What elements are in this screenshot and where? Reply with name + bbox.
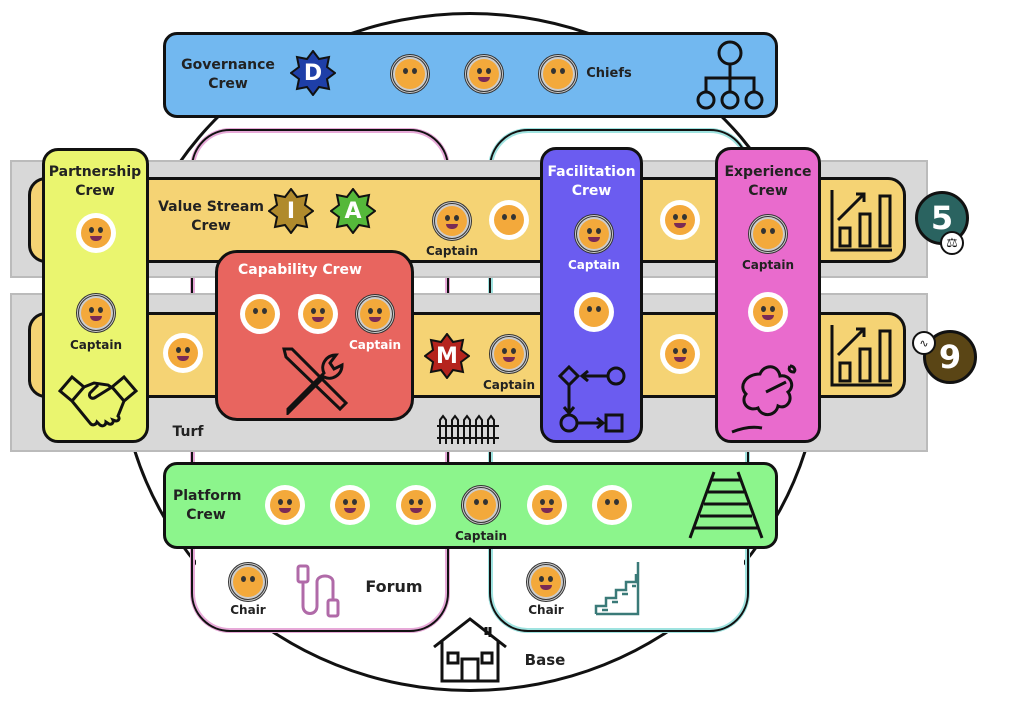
house-icon [433, 617, 507, 683]
experience-crew-title: Experience Crew [724, 164, 812, 199]
persevering-face [574, 292, 614, 332]
cable-icon [296, 564, 340, 618]
winking-face-with-tongue [265, 485, 305, 525]
smiling-face-with-halo [396, 485, 436, 525]
winking-face-with-tongue [574, 214, 614, 254]
base-label: Base [524, 651, 566, 669]
forum-label: Forum [365, 577, 423, 596]
chair-label: Chair [528, 603, 564, 617]
bar-chart-growth-icon [830, 190, 892, 252]
thinking-face [592, 485, 632, 525]
chiefs-label: Chiefs [586, 66, 632, 81]
captain-label: Captain [742, 258, 794, 272]
capability-crew-title: Capability Crew [238, 262, 362, 278]
weary-face [163, 333, 203, 373]
bar-chart-growth-icon [830, 325, 892, 387]
star-badge-d: D [290, 50, 336, 96]
handshake-icon [58, 374, 138, 428]
fence-icon [437, 414, 499, 444]
partnership-crew-title: Partnership Crew [48, 164, 142, 199]
captain-label: Captain [568, 258, 620, 272]
governance-crew-title: Governance Crew [181, 57, 275, 92]
grinning-face-with-sweat [748, 292, 788, 332]
grimacing-face [489, 334, 529, 374]
star-badge-a: A [330, 188, 376, 234]
captain-label: Captain [483, 378, 535, 392]
astonished-face [432, 201, 472, 241]
stairs-icon [594, 562, 640, 616]
face-with-open-mouth [660, 334, 700, 374]
partying-face [660, 200, 700, 240]
hibiscus-icon [731, 364, 797, 434]
grinning-face [526, 562, 566, 602]
platform-crew-title: Platform Crew [173, 488, 242, 523]
face-savoring-food [355, 294, 395, 334]
squinting-face-with-tongue [527, 485, 567, 525]
org-chart-icon [696, 40, 764, 110]
pensive-face [228, 562, 268, 602]
smiling-face-with-sunglasses [76, 213, 116, 253]
star-badge-i: I [268, 188, 314, 234]
sad-sweat-face [461, 485, 501, 525]
heartbeat-icon: ∿ [912, 331, 936, 355]
flow-diagram-icon [558, 365, 626, 433]
captain-label: Captain [455, 529, 507, 543]
squinting-face-with-tongue [464, 54, 504, 94]
confounded-face [748, 214, 788, 254]
smiling-face-with-smiling-eyes [76, 293, 116, 333]
turf-label: Turf [172, 424, 204, 440]
star-badge-m: M [424, 333, 470, 379]
captain-label: Captain [70, 338, 122, 352]
grinning-squinting-face [298, 294, 338, 334]
face-with-rolling-eyes [390, 54, 430, 94]
relieved-face [538, 54, 578, 94]
facilitation-crew-title: Facilitation Crew [547, 164, 636, 199]
chair-label: Chair [230, 603, 266, 617]
tools-icon [282, 347, 349, 415]
face-with-rolling-eyes [489, 200, 529, 240]
scales-icon: ⚖ [940, 231, 964, 255]
value-stream-crew-title: Value Stream Crew [158, 199, 264, 234]
captain-label: Captain [426, 244, 478, 258]
railway-track-icon [688, 471, 764, 539]
zipper-mouth-face [240, 294, 280, 334]
face-savoring-food [330, 485, 370, 525]
